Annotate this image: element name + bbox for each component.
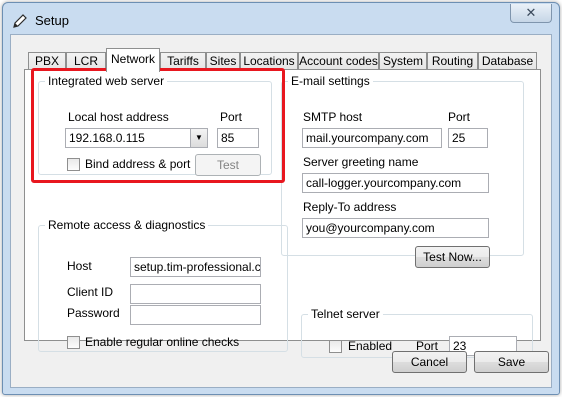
greeting-field[interactable]: call-logger.yourcompany.com — [302, 173, 489, 193]
client-id-field[interactable] — [130, 284, 261, 304]
email-settings-legend: E-mail settings — [291, 74, 370, 88]
remote-access-group: Remote access & diagnostics Host setup.t… — [38, 218, 288, 352]
remote-access-legend: Remote access & diagnostics — [48, 218, 206, 232]
window-title: Setup — [35, 13, 69, 28]
telnet-enabled-label: Enabled — [348, 339, 393, 353]
test-button[interactable]: Test — [195, 154, 261, 176]
smtp-port-label: Port — [448, 110, 471, 124]
remote-host-field[interactable]: setup.tim-professional.com — [130, 257, 261, 277]
web-port-label: Port — [220, 110, 243, 124]
online-checks-checkbox[interactable] — [67, 336, 80, 349]
telnet-enabled-checkbox[interactable] — [329, 340, 342, 353]
greeting-label: Server greeting name — [303, 155, 419, 169]
bind-address-label: Bind address & port — [85, 157, 191, 171]
network-panel: Integrated web server Local host address… — [24, 69, 541, 358]
remote-host-label: Host — [67, 259, 92, 273]
email-settings-group: E-mail settings SMTP host mail.yourcompa… — [281, 74, 524, 268]
local-host-combo[interactable]: 192.168.0.115 ▼ — [65, 128, 208, 148]
smtp-host-field[interactable]: mail.yourcompany.com — [302, 128, 442, 148]
chevron-down-icon[interactable]: ▼ — [190, 129, 207, 147]
password-field[interactable] — [130, 305, 261, 325]
telnet-legend: Telnet server — [311, 307, 380, 321]
smtp-host-label: SMTP host — [303, 110, 363, 124]
client-id-label: Client ID — [67, 285, 114, 299]
tab-network[interactable]: Network — [106, 48, 160, 72]
cancel-button[interactable]: Cancel — [392, 351, 467, 373]
web-server-group: Integrated web server Local host address… — [38, 74, 272, 176]
bind-address-checkbox[interactable] — [67, 158, 80, 171]
web-port-field[interactable]: 85 — [217, 128, 259, 148]
setup-window: Setup ✕ PBX LCR Network Tariffs Sites Lo… — [2, 2, 560, 395]
close-button[interactable]: ✕ — [510, 4, 552, 23]
local-host-value: 192.168.0.115 — [69, 131, 145, 145]
dialog-body: PBX LCR Network Tariffs Sites Locations … — [10, 34, 552, 388]
save-button[interactable]: Save — [474, 351, 549, 373]
web-server-legend: Integrated web server — [48, 74, 165, 88]
reply-to-label: Reply-To address — [303, 200, 397, 214]
reply-to-field[interactable]: you@yourcompany.com — [302, 218, 489, 238]
local-host-label: Local host address — [68, 110, 169, 124]
smtp-port-field[interactable]: 25 — [448, 128, 488, 148]
pencil-icon — [13, 14, 27, 28]
password-label: Password — [67, 306, 120, 320]
test-now-button[interactable]: Test Now... — [415, 246, 490, 268]
online-checks-label: Enable regular online checks — [85, 335, 240, 349]
close-icon: ✕ — [525, 5, 537, 20]
